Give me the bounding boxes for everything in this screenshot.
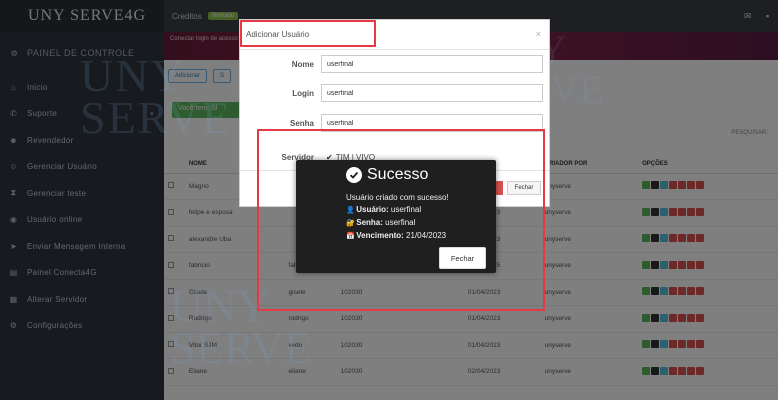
senha-label: Senha bbox=[289, 118, 314, 128]
vencimento-line: 📅 Vencimento: 21/04/2023 bbox=[346, 230, 449, 243]
usuario-line: 👤 Usuário: userfinal bbox=[346, 204, 449, 217]
success-title: Sucesso bbox=[367, 166, 429, 183]
success-dialog: Sucesso Usuário criado com sucesso! 👤 Us… bbox=[296, 160, 496, 273]
user-icon: 👤 bbox=[346, 207, 355, 214]
fechar-button[interactable]: Fechar bbox=[439, 247, 486, 269]
form-row-login: Login bbox=[240, 82, 551, 104]
nome-field[interactable] bbox=[321, 55, 543, 73]
login-label: Login bbox=[292, 88, 314, 98]
check-circle-icon bbox=[346, 167, 362, 183]
senha-key: Senha: bbox=[356, 218, 383, 227]
vencimento-key: Vencimento: bbox=[356, 231, 404, 240]
login-field[interactable] bbox=[321, 84, 543, 102]
success-message: Usuário criado com sucesso! bbox=[346, 193, 449, 202]
form-row-nome: Nome bbox=[240, 53, 551, 75]
success-body: Usuário criado com sucesso! 👤 Usuário: u… bbox=[346, 192, 449, 243]
lock-icon: 🔐 bbox=[346, 220, 355, 227]
senha-value: userfinal bbox=[385, 218, 416, 227]
success-header: Sucesso bbox=[346, 166, 428, 184]
usuario-value: userfinal bbox=[390, 205, 422, 214]
close-icon[interactable]: × bbox=[536, 29, 541, 39]
calendar-icon: 📅 bbox=[346, 233, 355, 240]
nome-label: Nome bbox=[291, 59, 314, 69]
highlight-box-title bbox=[240, 20, 376, 47]
senha-line: 🔐 Senha: userfinal bbox=[346, 217, 449, 230]
usuario-key: Usuário: bbox=[356, 205, 389, 214]
vencimento-value: 21/04/2023 bbox=[406, 231, 447, 240]
